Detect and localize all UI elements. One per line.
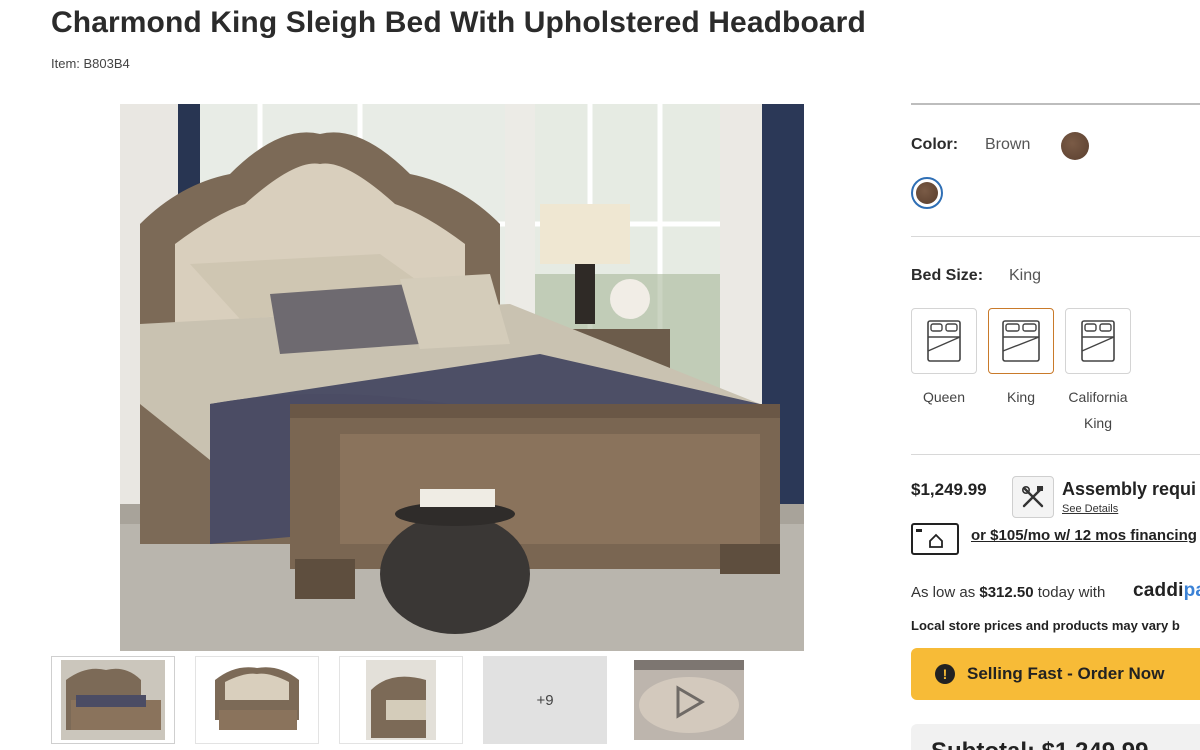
bed-icon — [1002, 320, 1040, 362]
gallery-thumbnail-1[interactable] — [51, 656, 175, 744]
divider — [911, 103, 1200, 105]
product-price: $1,249.99 — [911, 480, 987, 499]
caddi-offer-text: As low as $312.50 today with — [911, 584, 1106, 601]
caddipay-logo[interactable]: caddipa — [1133, 580, 1200, 602]
subtotal-panel: Subtotal: $1,249.99 — [911, 724, 1200, 750]
see-details-link[interactable]: See Details — [1062, 503, 1118, 515]
size-option-king[interactable] — [988, 308, 1054, 374]
local-store-note: Local store prices and products may vary… — [911, 618, 1180, 633]
subtotal-text: Subtotal: $1,249.99 — [931, 738, 1148, 750]
divider — [911, 454, 1200, 455]
selling-fast-banner: ! Selling Fast - Order Now — [911, 648, 1200, 700]
alert-icon: ! — [935, 664, 955, 684]
color-swatch-brown[interactable] — [911, 177, 943, 209]
financing-link[interactable]: or $105/mo w/ 12 mos financing — [971, 527, 1197, 544]
assembly-tools-icon — [1012, 476, 1054, 518]
financing-card-icon — [911, 523, 959, 555]
gallery-thumbnail-2[interactable] — [195, 656, 319, 744]
selling-fast-text: Selling Fast - Order Now — [967, 664, 1165, 683]
size-label-california-king: California King — [1068, 389, 1128, 431]
bed-icon — [927, 320, 961, 362]
gallery-thumbnail-3[interactable] — [339, 656, 463, 744]
size-label-queen: Queen — [922, 389, 966, 405]
more-photos-count: +9 — [536, 691, 554, 709]
main-product-image[interactable] — [120, 104, 804, 651]
gallery-video-thumbnail[interactable] — [627, 656, 751, 744]
bed-size-value: King — [1009, 267, 1042, 284]
item-number: Item: B803B4 — [51, 56, 130, 71]
color-swatch-preview — [1061, 132, 1089, 160]
size-option-california-king[interactable] — [1065, 308, 1131, 374]
divider — [911, 236, 1200, 237]
assembly-required-text: Assembly requi — [1062, 479, 1197, 499]
bed-icon — [1081, 320, 1115, 362]
color-value: Brown — [985, 136, 1031, 153]
color-label: Color: — [911, 136, 959, 153]
gallery-more-photos[interactable]: +9 — [483, 656, 607, 744]
product-title: Charmond King Sleigh Bed With Upholstere… — [51, 6, 866, 39]
size-label-king: King — [1006, 389, 1036, 405]
size-option-queen[interactable] — [911, 308, 977, 374]
bed-size-label: Bed Size: — [911, 267, 984, 284]
